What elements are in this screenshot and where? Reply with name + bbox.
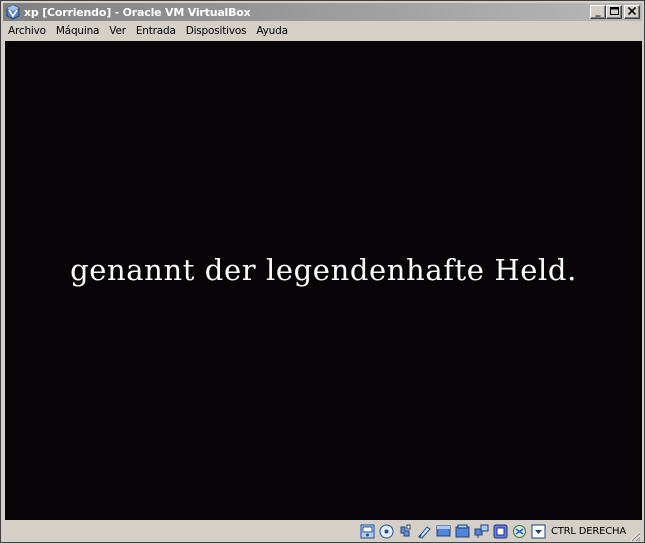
display-icon[interactable]: [436, 524, 452, 540]
optical-drive-icon[interactable]: [379, 524, 395, 540]
usb-icon[interactable]: [398, 524, 414, 540]
window-title: xp [Corriendo] - Oracle VM VirtualBox: [24, 5, 251, 19]
status-indicators: [360, 524, 547, 540]
virtualization-icon[interactable]: [493, 524, 509, 540]
host-key-label: CTRL DERECHA: [550, 526, 626, 537]
virtualbox-window: xp [Corriendo] - Oracle VM VirtualBox _ …: [0, 0, 645, 543]
minimize-button[interactable]: _: [590, 5, 606, 19]
menu-ver[interactable]: Ver: [104, 22, 131, 40]
guest-subtitle-text: genannt der legendenhafte Held.: [70, 253, 577, 287]
mouse-integration-icon[interactable]: [512, 524, 528, 540]
menu-dispositivos[interactable]: Dispositivos: [181, 22, 252, 40]
network-icon[interactable]: [474, 524, 490, 540]
virtualbox-logo-icon: [5, 4, 21, 20]
guest-display[interactable]: genannt der legendenhafte Held.: [5, 41, 642, 520]
maximize-button[interactable]: [606, 5, 622, 19]
menu-ayuda[interactable]: Ayuda: [251, 22, 292, 40]
menu-maquina[interactable]: Máquina: [51, 22, 104, 40]
menu-archivo[interactable]: Archivo: [3, 22, 51, 40]
menu-entrada[interactable]: Entrada: [131, 22, 181, 40]
close-button[interactable]: [624, 5, 640, 19]
hard-disk-icon[interactable]: [360, 524, 376, 540]
window-controls: _: [590, 5, 640, 19]
status-bar: CTRL DERECHA: [3, 521, 642, 542]
video-capture-icon[interactable]: [455, 524, 471, 540]
resize-grip-icon[interactable]: [629, 529, 641, 542]
keyboard-capture-icon[interactable]: [531, 524, 547, 540]
maximize-icon: [609, 6, 619, 18]
menu-bar: Archivo Máquina Ver Entrada Dispositivos…: [3, 22, 642, 40]
close-icon: [627, 6, 637, 18]
title-bar[interactable]: xp [Corriendo] - Oracle VM VirtualBox _: [3, 3, 642, 21]
shared-folders-icon[interactable]: [417, 524, 433, 540]
